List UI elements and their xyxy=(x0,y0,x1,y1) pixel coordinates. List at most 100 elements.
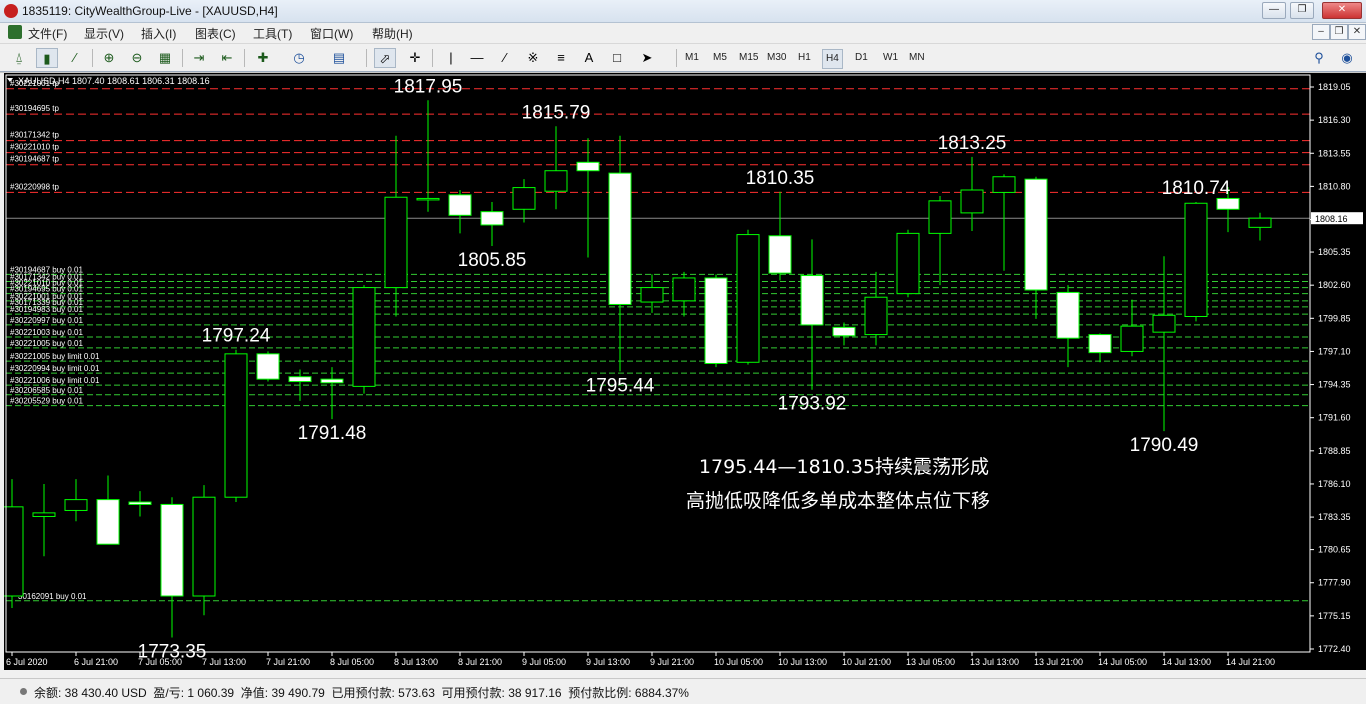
time-tick-label: 8 Jul 21:00 xyxy=(458,657,502,667)
text-label-icon[interactable]: □ xyxy=(606,48,628,68)
bear-candle xyxy=(288,376,312,383)
cursor-icon[interactable]: ⬀ xyxy=(374,48,396,68)
bear-candle xyxy=(608,172,632,305)
tf-d1[interactable]: D1 xyxy=(852,49,871,67)
menu-window[interactable]: 窗口(W) xyxy=(310,25,353,42)
bear-candle xyxy=(160,503,184,597)
tile-windows-icon[interactable]: ▦ xyxy=(154,48,176,68)
low-price-label: 1791.48 xyxy=(298,423,367,444)
note-line-2: 高抛低吸降低多单成本整体点位下移 xyxy=(686,490,990,512)
bar-chart-icon[interactable]: ⍙ xyxy=(8,48,30,68)
symbol-info: XAUUSD,H4 1807.40 1808.61 1806.31 1808.1… xyxy=(18,76,210,86)
bull-candle xyxy=(992,176,1016,193)
chart-window-icon xyxy=(8,25,22,39)
restore-button[interactable]: ❐ xyxy=(1290,2,1314,19)
bull-candle xyxy=(640,287,664,303)
bull-candle xyxy=(1152,314,1176,333)
bear-candle xyxy=(832,326,856,337)
price-tick-label: 1799.85 xyxy=(1318,313,1351,323)
menu-chart[interactable]: 图表(C) xyxy=(195,25,236,42)
price-tick-label: 1786.10 xyxy=(1318,479,1351,489)
mdi-restore-button[interactable]: ❐ xyxy=(1330,24,1348,40)
menu-help[interactable]: 帮助(H) xyxy=(372,25,413,42)
search-icon[interactable]: ⚲ xyxy=(1308,48,1330,68)
time-tick-label: 10 Jul 05:00 xyxy=(714,657,763,667)
channel-icon[interactable]: ※ xyxy=(522,48,544,68)
tf-m1[interactable]: M1 xyxy=(682,49,702,67)
buy-line-label: #30205529 buy 0.01 xyxy=(10,397,84,406)
bear-candle xyxy=(1024,178,1048,291)
menu-file[interactable]: 文件(F) xyxy=(28,25,67,42)
price-tick-label: 1772.40 xyxy=(1318,644,1351,654)
title-bar: 1835119: CityWealthGroup-Live - [XAUUSD,… xyxy=(0,0,1366,23)
chart-area[interactable]: #30221001 tp #30194695 tp #30171342 tp #302… xyxy=(4,73,1366,670)
high-price-label: 1813.25 xyxy=(938,133,1007,154)
low-price-label: 1790.49 xyxy=(1130,435,1199,456)
tf-m15[interactable]: M15 xyxy=(736,49,761,67)
bull-candle xyxy=(416,197,440,201)
bull-candle xyxy=(384,196,408,289)
fibonacci-icon[interactable]: ≡ xyxy=(550,48,572,68)
price-tick-label: 1802.60 xyxy=(1318,280,1351,290)
high-price-label: 1797.24 xyxy=(202,326,271,347)
bull-candle xyxy=(928,200,952,234)
zoom-out-icon[interactable]: ⊖ xyxy=(126,48,148,68)
arrows-icon[interactable]: ➤ xyxy=(636,48,658,68)
price-tick-label: 1794.35 xyxy=(1318,380,1351,390)
tf-h1[interactable]: H1 xyxy=(795,49,814,67)
minimize-button[interactable]: — xyxy=(1262,2,1286,19)
time-tick-label: 6 Jul 21:00 xyxy=(74,657,118,667)
toolbar: ⍙ ▮ ∕ ⊕ ⊖ ▦ ⇥ ⇤ ✚ ◷ ▤ ⬀ ✛ | — ∕ ※ ≡ A □ … xyxy=(0,43,1366,73)
chart-shift-icon[interactable]: ⇤ xyxy=(216,48,238,68)
indicators-icon[interactable]: ✚ xyxy=(252,48,274,68)
templates-icon[interactable]: ▤ xyxy=(328,48,350,68)
window-title: 1835119: CityWealthGroup-Live - [XAUUSD,… xyxy=(22,4,278,18)
crosshair-icon[interactable]: ✛ xyxy=(404,48,426,68)
tf-w1[interactable]: W1 xyxy=(880,49,901,67)
community-icon[interactable]: ◉ xyxy=(1336,48,1358,68)
zoom-in-icon[interactable]: ⊕ xyxy=(98,48,120,68)
vertical-line-icon[interactable]: | xyxy=(440,48,462,68)
bear-candle xyxy=(480,211,504,226)
buy-line-label: #30221006 buy limit 0.01 xyxy=(10,376,100,385)
mdi-minimize-button[interactable]: – xyxy=(1312,24,1330,40)
line-chart-icon[interactable]: ∕ xyxy=(64,48,86,68)
price-chart[interactable]: #30221001 tp#30194695 tp#30171342 tp#302… xyxy=(4,73,1366,670)
status-bar: 余额: 38 430.40 USD 盈/亏: 1 060.39 净值: 39 4… xyxy=(0,678,1366,704)
buy-line-label: #30221003 buy 0.01 xyxy=(10,328,84,337)
bull-candle xyxy=(512,187,536,210)
bull-candle xyxy=(192,496,216,597)
mdi-close-button[interactable]: ✕ xyxy=(1348,24,1366,40)
low-price-label: 1773.35 xyxy=(138,642,207,663)
trendline-icon[interactable]: ∕ xyxy=(494,48,516,68)
bear-candle xyxy=(96,499,120,545)
price-tick-label: 1777.90 xyxy=(1318,578,1351,588)
tf-h4[interactable]: H4 xyxy=(822,49,843,69)
auto-scroll-icon[interactable]: ⇥ xyxy=(188,48,210,68)
periods-icon[interactable]: ◷ xyxy=(288,48,310,68)
price-tick-label: 1816.30 xyxy=(1318,115,1351,125)
candlestick-chart-icon[interactable]: ▮ xyxy=(36,48,58,68)
high-price-label: 1810.74 xyxy=(1162,178,1231,199)
tf-m30[interactable]: M30 xyxy=(764,49,789,67)
tp-line-label: #30194687 tp xyxy=(10,155,59,164)
tf-mn[interactable]: MN xyxy=(906,49,928,67)
horizontal-line-icon[interactable]: — xyxy=(466,48,488,68)
bull-candle xyxy=(896,232,920,295)
bull-candle xyxy=(224,353,248,498)
time-tick-label: 14 Jul 21:00 xyxy=(1226,657,1275,667)
menu-view[interactable]: 显示(V) xyxy=(84,25,124,42)
bear-candle xyxy=(128,501,152,505)
menu-tools[interactable]: 工具(T) xyxy=(253,25,292,42)
bear-candle xyxy=(704,277,728,364)
low-price-label: 1795.44 xyxy=(586,375,655,396)
text-tool-icon[interactable]: A xyxy=(578,48,600,68)
bull-candle xyxy=(1184,202,1208,317)
price-tick-label: 1805.35 xyxy=(1318,247,1351,257)
low-price-label: 1793.92 xyxy=(778,394,847,415)
close-button[interactable]: ✕ xyxy=(1322,2,1362,19)
status-dot-icon xyxy=(20,688,27,695)
tf-m5[interactable]: M5 xyxy=(710,49,730,67)
menu-bar: 文件(F) 显示(V) 插入(I) 图表(C) 工具(T) 窗口(W) 帮助(H… xyxy=(0,23,1366,42)
menu-insert[interactable]: 插入(I) xyxy=(141,25,176,42)
